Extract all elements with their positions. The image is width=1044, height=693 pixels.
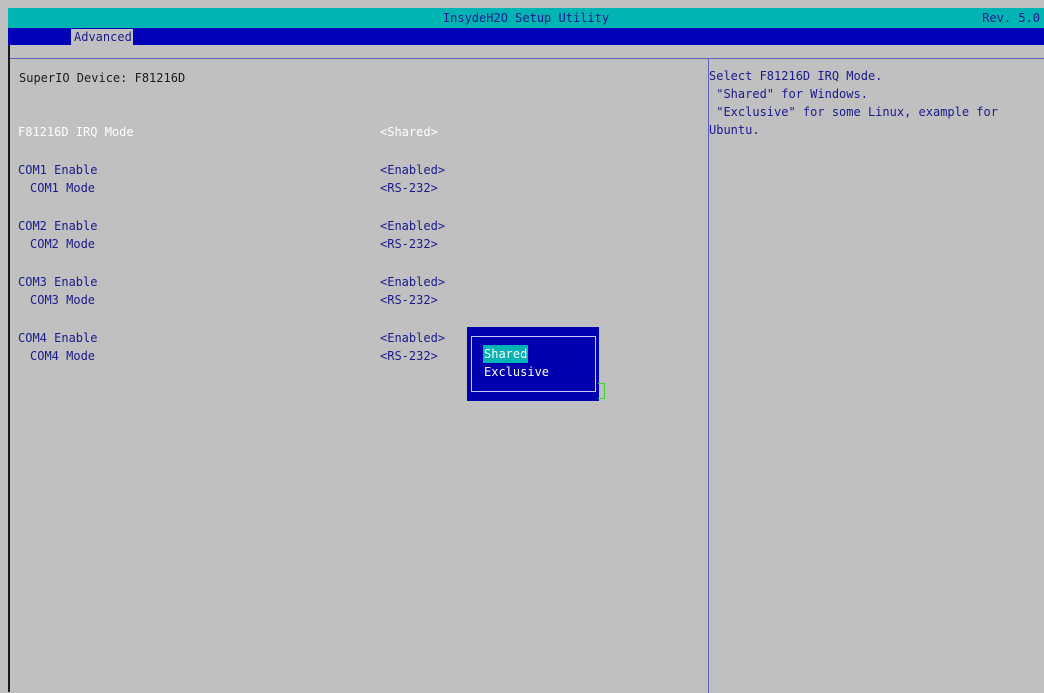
popup-frame: Shared Exclusive xyxy=(471,336,596,392)
setting-value[interactable]: <RS-232> xyxy=(380,347,438,365)
app-title: InsydeH2O Setup Utility xyxy=(442,11,610,25)
setting-value[interactable]: <Enabled> xyxy=(380,329,445,347)
setting-row-com3-enable[interactable]: COM3 Enable <Enabled> xyxy=(18,273,698,291)
setting-value[interactable]: <RS-232> xyxy=(380,179,438,197)
setting-label: COM4 Enable xyxy=(18,331,98,345)
title-bar: InsydeH2O Setup Utility Rev. 5.0 xyxy=(8,8,1044,28)
setting-value[interactable]: <Enabled> xyxy=(380,273,445,291)
help-text: Select F81216D IRQ Mode. "Shared" for Wi… xyxy=(709,69,998,137)
setting-label: COM2 Mode xyxy=(30,237,96,251)
setting-value[interactable]: <Enabled> xyxy=(380,161,445,179)
setting-row-com2-enable[interactable]: COM2 Enable <Enabled> xyxy=(18,217,698,235)
cursor-marker xyxy=(598,383,605,399)
setting-row-com1-enable[interactable]: COM1 Enable <Enabled> xyxy=(18,161,698,179)
setting-label: COM3 Mode xyxy=(30,293,96,307)
settings-panel: SuperIO Device: F81216D F81216D IRQ Mode… xyxy=(10,58,709,693)
setting-label: COM1 Enable xyxy=(18,163,98,177)
irq-mode-popup: Shared Exclusive xyxy=(467,327,599,401)
setting-row-com1-mode[interactable]: COM1 Mode <RS-232> xyxy=(18,179,698,197)
setting-label: F81216D IRQ Mode xyxy=(18,125,134,139)
setting-value[interactable]: <Shared> xyxy=(380,123,438,141)
setting-row-com2-mode[interactable]: COM2 Mode <RS-232> xyxy=(18,235,698,253)
setting-value[interactable]: <Enabled> xyxy=(380,217,445,235)
setting-label: COM3 Enable xyxy=(18,275,98,289)
setting-label: COM4 Mode xyxy=(30,349,96,363)
setting-value[interactable]: <RS-232> xyxy=(380,235,438,253)
revision-label: Rev. 5.0 xyxy=(982,11,1040,25)
setting-row-irq-mode[interactable]: F81216D IRQ Mode <Shared> xyxy=(18,123,698,141)
help-panel: Select F81216D IRQ Mode. "Shared" for Wi… xyxy=(709,58,1044,693)
tab-advanced[interactable]: Advanced xyxy=(71,29,133,45)
device-title: SuperIO Device: F81216D xyxy=(19,71,186,85)
setting-label: COM1 Mode xyxy=(30,181,96,195)
tab-bar: Advanced xyxy=(8,28,1044,45)
setting-row-com3-mode[interactable]: COM3 Mode <RS-232> xyxy=(18,291,698,309)
setting-label: COM2 Enable xyxy=(18,219,98,233)
popup-option-shared[interactable]: Shared xyxy=(483,345,529,363)
popup-option-exclusive[interactable]: Exclusive xyxy=(483,363,550,381)
setting-value[interactable]: <RS-232> xyxy=(380,291,438,309)
